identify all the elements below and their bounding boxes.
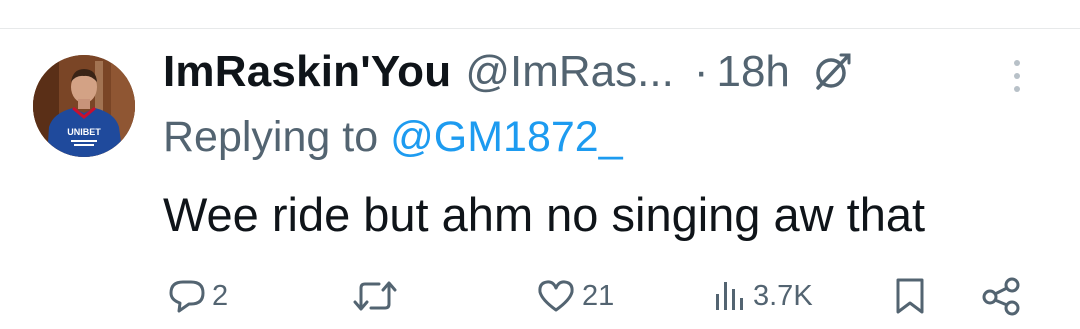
like-count: 21 xyxy=(582,279,615,312)
retweet-button[interactable] xyxy=(352,274,404,318)
separator-dot: · xyxy=(693,47,709,96)
views-count: 3.7K xyxy=(753,279,813,312)
tweet-text: Wee ride but ahm no singing aw that xyxy=(163,187,926,241)
reply-count: 2 xyxy=(212,279,229,312)
top-divider xyxy=(0,28,1080,29)
retweet-icon xyxy=(353,281,397,311)
heart-icon xyxy=(538,280,574,312)
like-button[interactable]: 21 xyxy=(536,274,614,318)
replying-handle-link[interactable]: @GM1872_ xyxy=(390,113,623,162)
bookmark-icon xyxy=(896,278,924,314)
views-icon xyxy=(716,282,743,310)
user-handle[interactable]: @ImRas... xyxy=(465,47,673,97)
avatar[interactable]: UNIBET xyxy=(33,55,135,157)
bookmark-button[interactable] xyxy=(892,274,928,318)
share-button[interactable] xyxy=(980,274,1022,318)
avatar-image: UNIBET xyxy=(33,55,135,157)
display-name[interactable]: ImRaskin'You xyxy=(163,47,451,97)
more-vertical-icon[interactable] xyxy=(1014,60,1020,92)
replying-to: Replying to @GM1872_ xyxy=(163,112,623,162)
reply-button[interactable]: 2 xyxy=(168,274,228,318)
avatar-shirt-text: UNIBET xyxy=(67,127,101,137)
replying-prefix: Replying to xyxy=(163,112,379,161)
views-button[interactable]: 3.7K xyxy=(713,274,813,318)
tweet-header: ImRaskin'You @ImRas... · 18h xyxy=(163,44,854,100)
comment-icon xyxy=(169,280,205,313)
grok-icon[interactable] xyxy=(810,50,854,94)
timestamp[interactable]: 18h xyxy=(716,47,789,97)
share-icon xyxy=(982,277,1020,316)
